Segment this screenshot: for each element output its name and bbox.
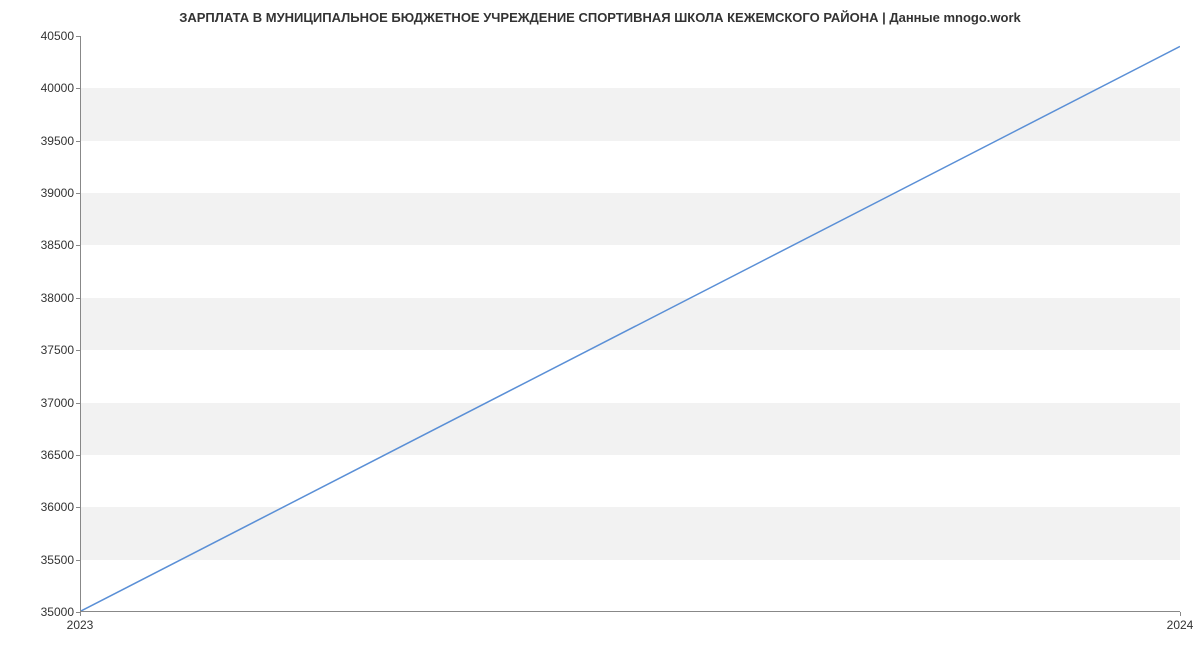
y-tick-label: 35000 <box>14 605 74 619</box>
y-tick-label: 36500 <box>14 448 74 462</box>
grid-band <box>81 507 1180 559</box>
y-tick-label: 37000 <box>14 396 74 410</box>
y-tick-label: 38000 <box>14 291 74 305</box>
y-tick-label: 40000 <box>14 81 74 95</box>
x-tick-label: 2023 <box>67 618 94 632</box>
y-tick-label: 35500 <box>14 553 74 567</box>
x-tick-label: 2024 <box>1167 618 1194 632</box>
y-tick-label: 37500 <box>14 343 74 357</box>
grid-band <box>81 88 1180 140</box>
y-tick-mark <box>76 36 80 37</box>
chart-title: ЗАРПЛАТА В МУНИЦИПАЛЬНОЕ БЮДЖЕТНОЕ УЧРЕЖ… <box>0 10 1200 25</box>
y-tick-mark <box>76 141 80 142</box>
y-tick-mark <box>76 507 80 508</box>
y-tick-mark <box>76 245 80 246</box>
y-tick-mark <box>76 455 80 456</box>
y-tick-label: 40500 <box>14 29 74 43</box>
y-tick-mark <box>76 193 80 194</box>
plot-area <box>80 36 1180 612</box>
y-tick-mark <box>76 350 80 351</box>
y-tick-mark <box>76 560 80 561</box>
grid-band <box>81 193 1180 245</box>
y-tick-mark <box>76 88 80 89</box>
x-tick-mark <box>80 612 81 616</box>
grid-band <box>81 403 1180 455</box>
y-tick-label: 39500 <box>14 134 74 148</box>
y-tick-label: 38500 <box>14 238 74 252</box>
y-tick-label: 39000 <box>14 186 74 200</box>
grid-band <box>81 298 1180 350</box>
x-tick-mark <box>1180 612 1181 616</box>
y-tick-mark <box>76 298 80 299</box>
y-tick-label: 36000 <box>14 500 74 514</box>
y-tick-mark <box>76 403 80 404</box>
